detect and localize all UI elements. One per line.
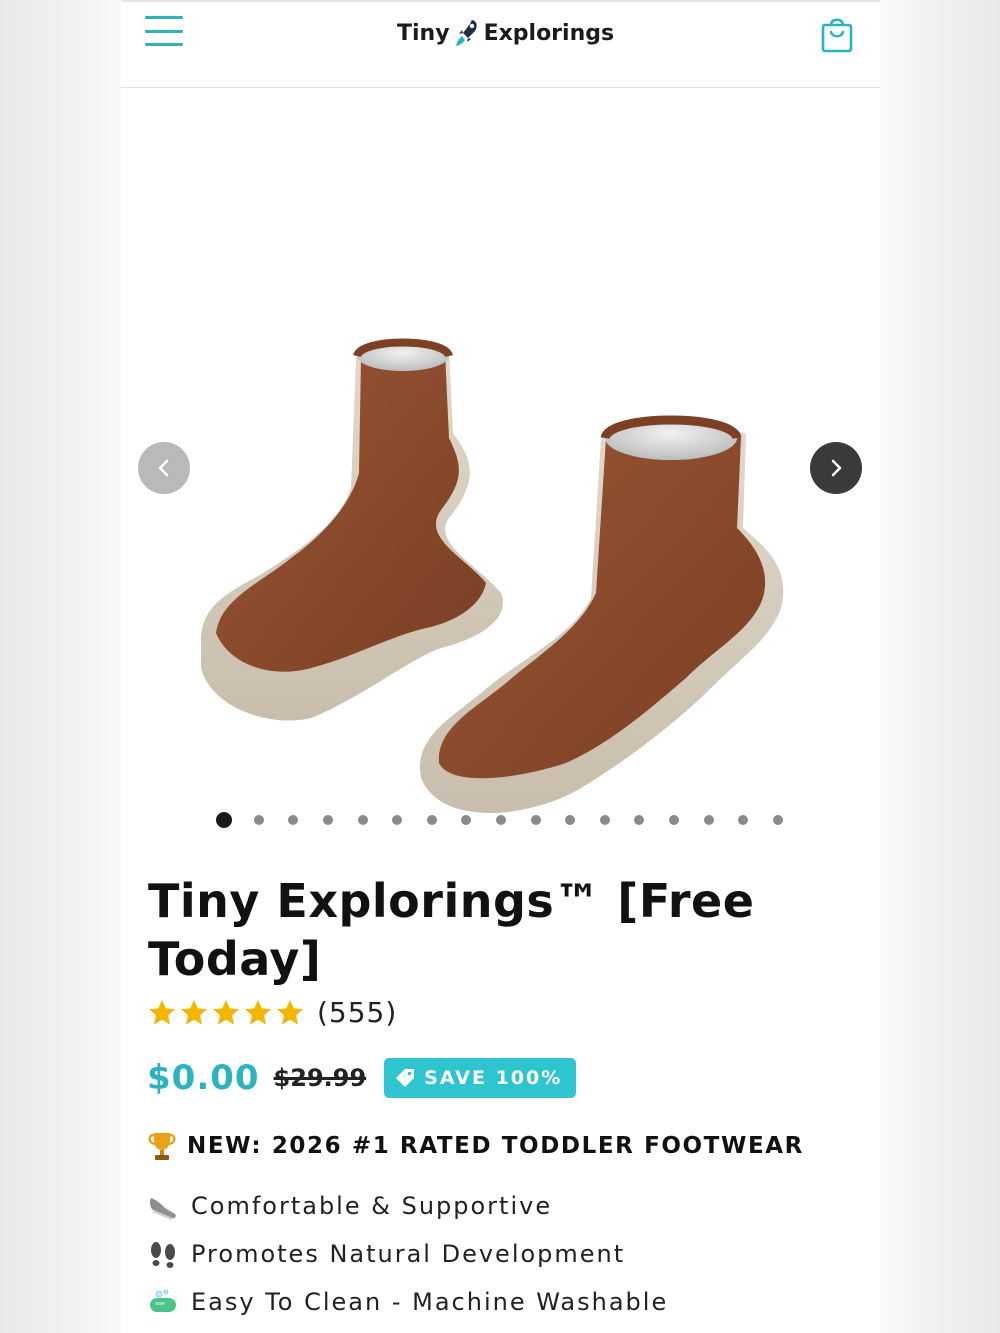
store-logo[interactable]: Tiny Explorings: [397, 16, 614, 50]
gallery-dot[interactable]: [380, 815, 415, 825]
gallery-dot[interactable]: [449, 815, 484, 825]
feature-item: Easy To Clean - Machine Washable: [147, 1278, 668, 1326]
gallery-dot[interactable]: [553, 815, 588, 825]
feature-text: Easy To Clean - Machine Washable: [191, 1288, 669, 1316]
gallery-dot[interactable]: [345, 815, 380, 825]
star-icon: [277, 999, 303, 1025]
product-page: Tiny Explorings Tiny Explorings™ [Free T…: [121, 0, 880, 1333]
gallery-dot[interactable]: [276, 815, 311, 825]
star-icon: [213, 999, 239, 1025]
gallery-dot[interactable]: [726, 815, 761, 825]
star-icon: [149, 999, 175, 1025]
soap-icon: [150, 1289, 176, 1312]
product-rating[interactable]: (555): [147, 996, 397, 1029]
gallery-dot[interactable]: [242, 815, 277, 825]
sneaker-icon: [149, 1198, 176, 1221]
feature-text: Comfortable & Supportive: [191, 1192, 553, 1220]
feature-text: Promotes Natural Development: [191, 1240, 626, 1268]
gallery-dot[interactable]: [691, 815, 726, 825]
price-row: $0.00 $29.99 SAVE 100%: [147, 1058, 577, 1098]
gallery-dot[interactable]: [207, 812, 242, 828]
award-headline: NEW: 2026 #1 RATED TODDLER FOOTWEAR: [147, 1130, 804, 1162]
site-header: Tiny Explorings: [121, 0, 880, 88]
product-title: Tiny Explorings™ [Free Today]: [148, 874, 755, 986]
chevron-left-icon: [158, 459, 169, 477]
gallery-dot[interactable]: [588, 815, 623, 825]
gallery-dot[interactable]: [657, 815, 692, 825]
star-icon: [181, 999, 207, 1025]
feature-item: Comfortable & Supportive: [147, 1182, 668, 1230]
feature-list: Comfortable & Supportive Promotes Natura…: [147, 1182, 668, 1326]
gallery-dot[interactable]: [415, 815, 450, 825]
gallery-pagination: [207, 812, 795, 828]
review-count: (555): [317, 996, 398, 1029]
gallery-next-button[interactable]: [810, 442, 862, 494]
gallery-dot[interactable]: [518, 815, 553, 825]
gallery-dot[interactable]: [622, 815, 657, 825]
price-tag-icon: [396, 1069, 415, 1087]
save-badge-text: SAVE 100%: [424, 1067, 563, 1089]
footprints-icon: [151, 1242, 175, 1268]
chevron-right-icon: [831, 459, 842, 477]
product-gallery[interactable]: [121, 88, 880, 848]
sale-price: $0.00: [147, 1058, 260, 1098]
rocket-icon: [455, 20, 477, 46]
backdrop-right: [880, 0, 1000, 1333]
shopping-bag-icon[interactable]: [820, 14, 854, 54]
headline-text: NEW: 2026 #1 RATED TODDLER FOOTWEAR: [187, 1133, 804, 1159]
gallery-dot[interactable]: [761, 815, 796, 825]
hamburger-menu-icon[interactable]: [145, 14, 183, 48]
gallery-dot[interactable]: [484, 815, 519, 825]
feature-item: Promotes Natural Development: [147, 1230, 668, 1278]
gallery-prev-button[interactable]: [138, 442, 190, 494]
backdrop-left: [0, 0, 122, 1333]
logo-text-explorings: Explorings: [483, 20, 615, 46]
trophy-icon: [148, 1133, 176, 1160]
star-icon: [245, 999, 271, 1025]
compare-at-price: $29.99: [273, 1064, 367, 1092]
gallery-dot[interactable]: [311, 815, 346, 825]
rating-stars: [147, 998, 305, 1028]
save-badge: SAVE 100%: [384, 1058, 577, 1098]
logo-text-tiny: Tiny: [397, 20, 450, 46]
product-image-sock-shoes: [201, 338, 784, 813]
